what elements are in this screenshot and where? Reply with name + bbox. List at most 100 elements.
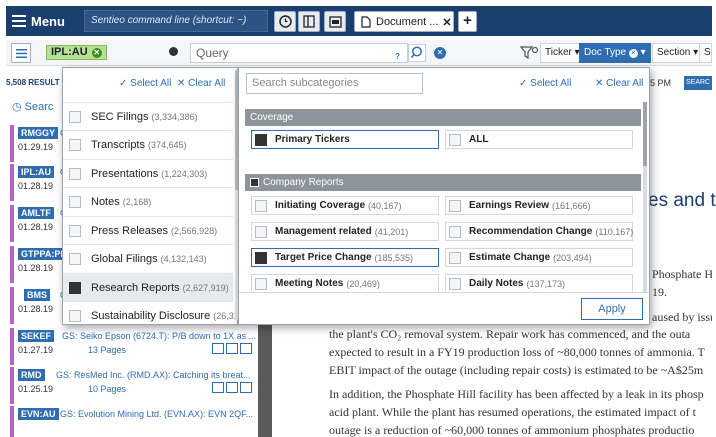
ticker-chip-label: IPL:AU	[51, 46, 88, 58]
doc-line: the plant's CO₂ removal system. Repair w…	[329, 327, 691, 341]
checkbox-checked[interactable]	[255, 251, 267, 264]
option-count: (161,666)	[552, 200, 591, 211]
checkbox[interactable]	[449, 199, 461, 212]
option-count: (110,167)	[595, 226, 634, 237]
result-search[interactable]: ◷ Searc	[12, 100, 53, 113]
subcategory-clear-all-label: Clear All	[606, 78, 644, 89]
bookmark-icon[interactable]	[226, 382, 238, 393]
category-item-research-reports[interactable]: Research Reports (2,627,919)	[63, 273, 233, 301]
category-item-global-filings[interactable]: Global Filings (4,132,143)	[63, 244, 233, 272]
filter-settings-icon[interactable]	[520, 45, 540, 61]
list-toggle-button[interactable]	[11, 43, 31, 63]
checkbox[interactable]	[449, 225, 461, 238]
list-item[interactable]: SEKEF 01.27.19 GS: Seiko Epson (6724.T):…	[10, 328, 258, 365]
checkbox[interactable]	[255, 199, 267, 212]
item-ticker: IPL:AU	[18, 166, 54, 178]
menu-button[interactable]: Menu	[12, 12, 76, 30]
subcategory-select-all[interactable]: ✓ Select All	[519, 78, 571, 89]
more-filter-button[interactable]: S	[699, 43, 712, 63]
doctype-filter-button[interactable]: Doc Type ✕ ▾	[579, 43, 651, 63]
category-item-sustainability[interactable]: Sustainability Disclosure (26,318)	[63, 301, 247, 329]
option-estimate-change[interactable]: Estimate Change (203,494)	[445, 248, 633, 267]
option-daily-notes[interactable]: Daily Notes (137,173)	[445, 274, 633, 293]
category-item-transcripts[interactable]: Transcripts (374,645)	[63, 130, 233, 158]
checkbox-checked[interactable]	[255, 133, 267, 146]
item-ticker: BMS	[24, 289, 50, 301]
checkbox[interactable]	[69, 138, 81, 151]
tab-document[interactable]: Document ...	[354, 11, 454, 32]
checkbox[interactable]	[449, 277, 461, 290]
clear-query-icon[interactable]: ✕	[434, 47, 446, 59]
subcategory-search-input[interactable]: Search subcategories	[246, 73, 423, 94]
category-count: (2,168)	[122, 196, 152, 207]
option-count: (41,201)	[374, 226, 409, 237]
category-item-sec-filings[interactable]: SEC Filings (3,334,386)	[63, 102, 233, 130]
query-input[interactable]: Query	[190, 43, 408, 63]
category-select-all[interactable]: ✓ Select All	[119, 78, 171, 89]
checkbox[interactable]	[255, 225, 267, 238]
layout-button[interactable]	[324, 11, 346, 32]
menu-label: Menu	[31, 13, 65, 29]
close-tab-icon[interactable]	[443, 17, 451, 26]
checkbox[interactable]	[69, 309, 81, 322]
option-initiating-coverage[interactable]: Initiating Coverage (40,167)	[251, 196, 439, 215]
bookmark-icon[interactable]	[226, 343, 238, 354]
more-filter-label: S	[704, 47, 711, 58]
ticker-chip[interactable]: IPL:AU ✕	[46, 45, 107, 60]
option-target-price-change[interactable]: Target Price Change (185,535)	[251, 248, 439, 267]
ticker-filter-label: Ticker	[545, 47, 572, 58]
section-header-company-reports: Company Reports	[245, 174, 641, 191]
search-icon[interactable]	[408, 44, 426, 62]
category-count: (3,334,386)	[151, 111, 198, 122]
list-item[interactable]: EVN:AU GS: Evolution Mining Ltd. (EVN.AX…	[10, 406, 258, 437]
download-icon[interactable]	[212, 343, 224, 354]
subcategory-scrollbar-thumb[interactable]	[643, 102, 647, 166]
checkbox[interactable]	[69, 195, 81, 208]
search-row: IPL:AU ✕ Query ? ✕ Ticker ▾ Doc Type ✕ ▾…	[6, 40, 712, 66]
option-earnings-review[interactable]: Earnings Review (161,666)	[445, 196, 633, 215]
new-tab-button[interactable]: +	[458, 11, 477, 32]
checkbox-checked[interactable]	[69, 281, 81, 294]
checkbox[interactable]	[69, 224, 81, 237]
remove-chip-icon[interactable]: ✕	[91, 47, 102, 58]
item-title: GS: ResMed Inc. (RMD.AX): Catching its b…	[56, 370, 251, 380]
subcategory-clear-all[interactable]: ✕ Clear All	[595, 78, 643, 89]
option-name: Management related	[275, 226, 372, 237]
category-item-notes[interactable]: Notes (2,168)	[63, 187, 233, 215]
category-clear-all[interactable]: ✕ Clear All	[177, 78, 225, 89]
layout-icon	[328, 15, 342, 28]
help-icon[interactable]: ?	[395, 52, 400, 61]
checkbox[interactable]	[69, 167, 81, 180]
checkbox[interactable]	[449, 133, 461, 146]
doc-search-button[interactable]: SEARC	[684, 76, 712, 90]
open-external-icon[interactable]	[240, 343, 252, 354]
clock-button[interactable]	[274, 11, 296, 32]
split-view-button[interactable]	[298, 11, 320, 32]
section-checkbox[interactable]	[250, 178, 259, 187]
tab-document-label: Document ...	[376, 15, 439, 28]
category-item-presentations[interactable]: Presentations (1,224,303)	[63, 159, 233, 187]
ticker-filter-button[interactable]: Ticker ▾	[540, 43, 585, 63]
open-external-icon[interactable]	[240, 382, 252, 393]
checkbox[interactable]	[69, 110, 81, 123]
download-icon[interactable]	[212, 382, 224, 393]
checkbox[interactable]	[69, 252, 81, 265]
checkbox[interactable]	[255, 277, 267, 290]
section-filter-button[interactable]: Section ▾	[652, 43, 704, 63]
category-item-press-releases[interactable]: Press Releases (2,566,928)	[63, 216, 233, 244]
option-recommendation-change[interactable]: Recommendation Change (110,167)	[445, 222, 633, 241]
option-all[interactable]: ALL	[445, 130, 633, 149]
category-count: (4,132,143)	[160, 253, 207, 264]
list-item[interactable]: RMD 01.25.19 GS: ResMed Inc. (RMD.AX): C…	[10, 367, 258, 404]
option-meeting-notes[interactable]: Meeting Notes (20,469)	[251, 274, 439, 293]
document-icon	[361, 15, 371, 28]
option-management-related[interactable]: Management related (41,201)	[251, 222, 439, 241]
command-line-input[interactable]: Sentieo command line (shortcut: ~)	[84, 10, 268, 32]
item-date: 01.28.19	[18, 263, 54, 273]
doc-line: Phosphate Hil	[652, 267, 712, 281]
clear-doctype-icon[interactable]: ✕	[628, 49, 638, 58]
apply-button[interactable]: Apply	[581, 298, 643, 320]
clear-tickers-icon[interactable]	[169, 47, 178, 56]
option-primary-tickers[interactable]: Primary Tickers	[251, 130, 439, 149]
checkbox[interactable]	[449, 251, 461, 264]
